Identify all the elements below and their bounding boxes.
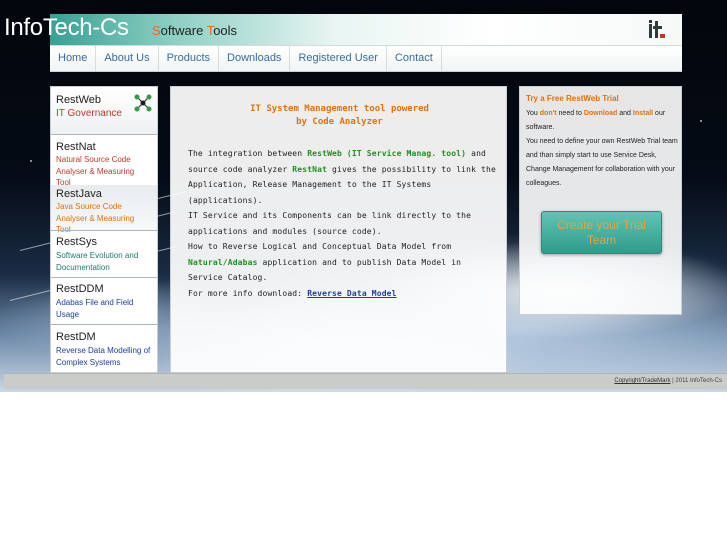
create-trial-team-button[interactable]: Create your Trial Team [541,211,662,254]
main-heading-line2: by Code Analyzer [296,117,383,127]
menu-item-restjava[interactable]: RestJava Java Source Code Analyser & Mea… [51,185,157,234]
main-nav: Home About Us Products Downloads Registe… [50,46,682,72]
menu-title-restsys: RestSys [56,236,97,248]
paragraph-reverse-model: How to Reverse Logical and Conceptual Da… [188,239,498,286]
menu-item-restweb[interactable]: RestWeb IT Governance [51,87,157,134]
header-band [50,14,682,46]
main-body-text: The integration between RestWeb (IT Serv… [188,146,498,301]
menu-title-restweb: RestWeb [56,94,102,106]
tagline-rest1: oftware [160,23,207,38]
nav-products[interactable]: Products [159,46,220,71]
menu-subtitle-restdm: Reverse Data Modelling of Complex System… [56,346,151,367]
trial-text: You don't need to Download and Install o… [526,107,680,191]
menu-title-restjava: RestJava [56,188,102,200]
main-content-panel: IT System Management tool powered by Cod… [170,86,507,373]
natural-adabas-highlight: Natural/Adabas [188,257,258,267]
trial-install-highlight: Install [632,110,654,117]
restnat-highlight: RestNat [292,164,328,174]
paragraph-it-service: IT Service and its Components can be lin… [188,211,472,236]
it-logo-icon [649,20,665,38]
menu-item-restsys[interactable]: RestSys Software Evolution and Documenta… [51,231,157,277]
menu-item-restnat[interactable]: RestNat Natural Source Code Analyser & M… [51,135,157,187]
trial-download-highlight: Download [583,110,618,117]
main-heading: IT System Management tool powered by Cod… [171,103,508,129]
copyright-link[interactable]: Copyright/TradeMark [614,378,670,384]
reverse-data-model-link[interactable]: Reverse Data Model [307,289,396,298]
trial-line-1: You don't need to Download and Install o… [526,107,680,135]
product-menu: RestWeb IT Governance RestNat Natural So… [50,86,158,373]
trial-text-part: and [617,110,633,117]
menu-subtitle-restsys: Software Evolution and Documentation [56,251,139,272]
p4-text-a: For more info download: [188,288,308,298]
site-logo[interactable]: InfoTech-Cs [4,14,129,42]
nav-downloads[interactable]: Downloads [219,46,291,71]
footer-bar: Copyright/TradeMark | 2011 InfoTech-Cs [4,373,727,389]
paragraph-integration: The integration between RestWeb (IT Serv… [188,146,498,208]
menu-title-restnat: RestNat [56,141,96,153]
star [30,160,32,162]
trial-dont-highlight: don't [539,110,557,117]
nav-contact[interactable]: Contact [387,46,442,71]
menu-title-restdm: RestDM [56,331,96,343]
trial-line-2: You need to define your own RestWeb Tria… [526,138,678,187]
nav-home[interactable]: Home [50,46,97,71]
trial-text-part: You [526,110,540,117]
trial-title: Try a Free RestWeb Trial [526,94,619,103]
network-nodes-icon [134,94,152,112]
main-heading-line1: IT System Management tool powered [250,104,429,114]
p3-text-a: How to Reverse Logical and Conceptual Da… [188,242,452,251]
trial-panel: Try a Free RestWeb Trial You don't need … [519,86,682,315]
tagline-rest2: ools [213,23,238,38]
menu-subtitle-restnat: Natural Source Code Analyser & Measuring… [56,155,135,187]
site-tagline: Software Tools [152,23,237,38]
nav-registered-user[interactable]: Registered User [290,46,387,71]
menu-item-restdm[interactable]: RestDM Reverse Data Modelling of Complex… [51,325,157,373]
footer-text: Copyright/TradeMark | 2011 InfoTech-Cs [614,378,722,384]
tagline-s: S [152,23,161,38]
nav-about-us[interactable]: About Us [96,46,159,71]
p1-text-a: The integration between [188,149,308,158]
menu-subtitle-restddm: Adabas File and Field Usage [56,298,134,319]
trial-text-part: need to [556,110,584,117]
paragraph-download: For more info download: Reverse Data Mod… [188,286,498,302]
menu-title-restddm: RestDDM [56,283,104,295]
menu-item-restddm[interactable]: RestDDM Adabas File and Field Usage [51,278,157,323]
star [700,120,702,122]
restweb-highlight: RestWeb (IT Service Manag. tool) [307,149,467,158]
footer-suffix: | 2011 InfoTech-Cs [670,378,722,384]
